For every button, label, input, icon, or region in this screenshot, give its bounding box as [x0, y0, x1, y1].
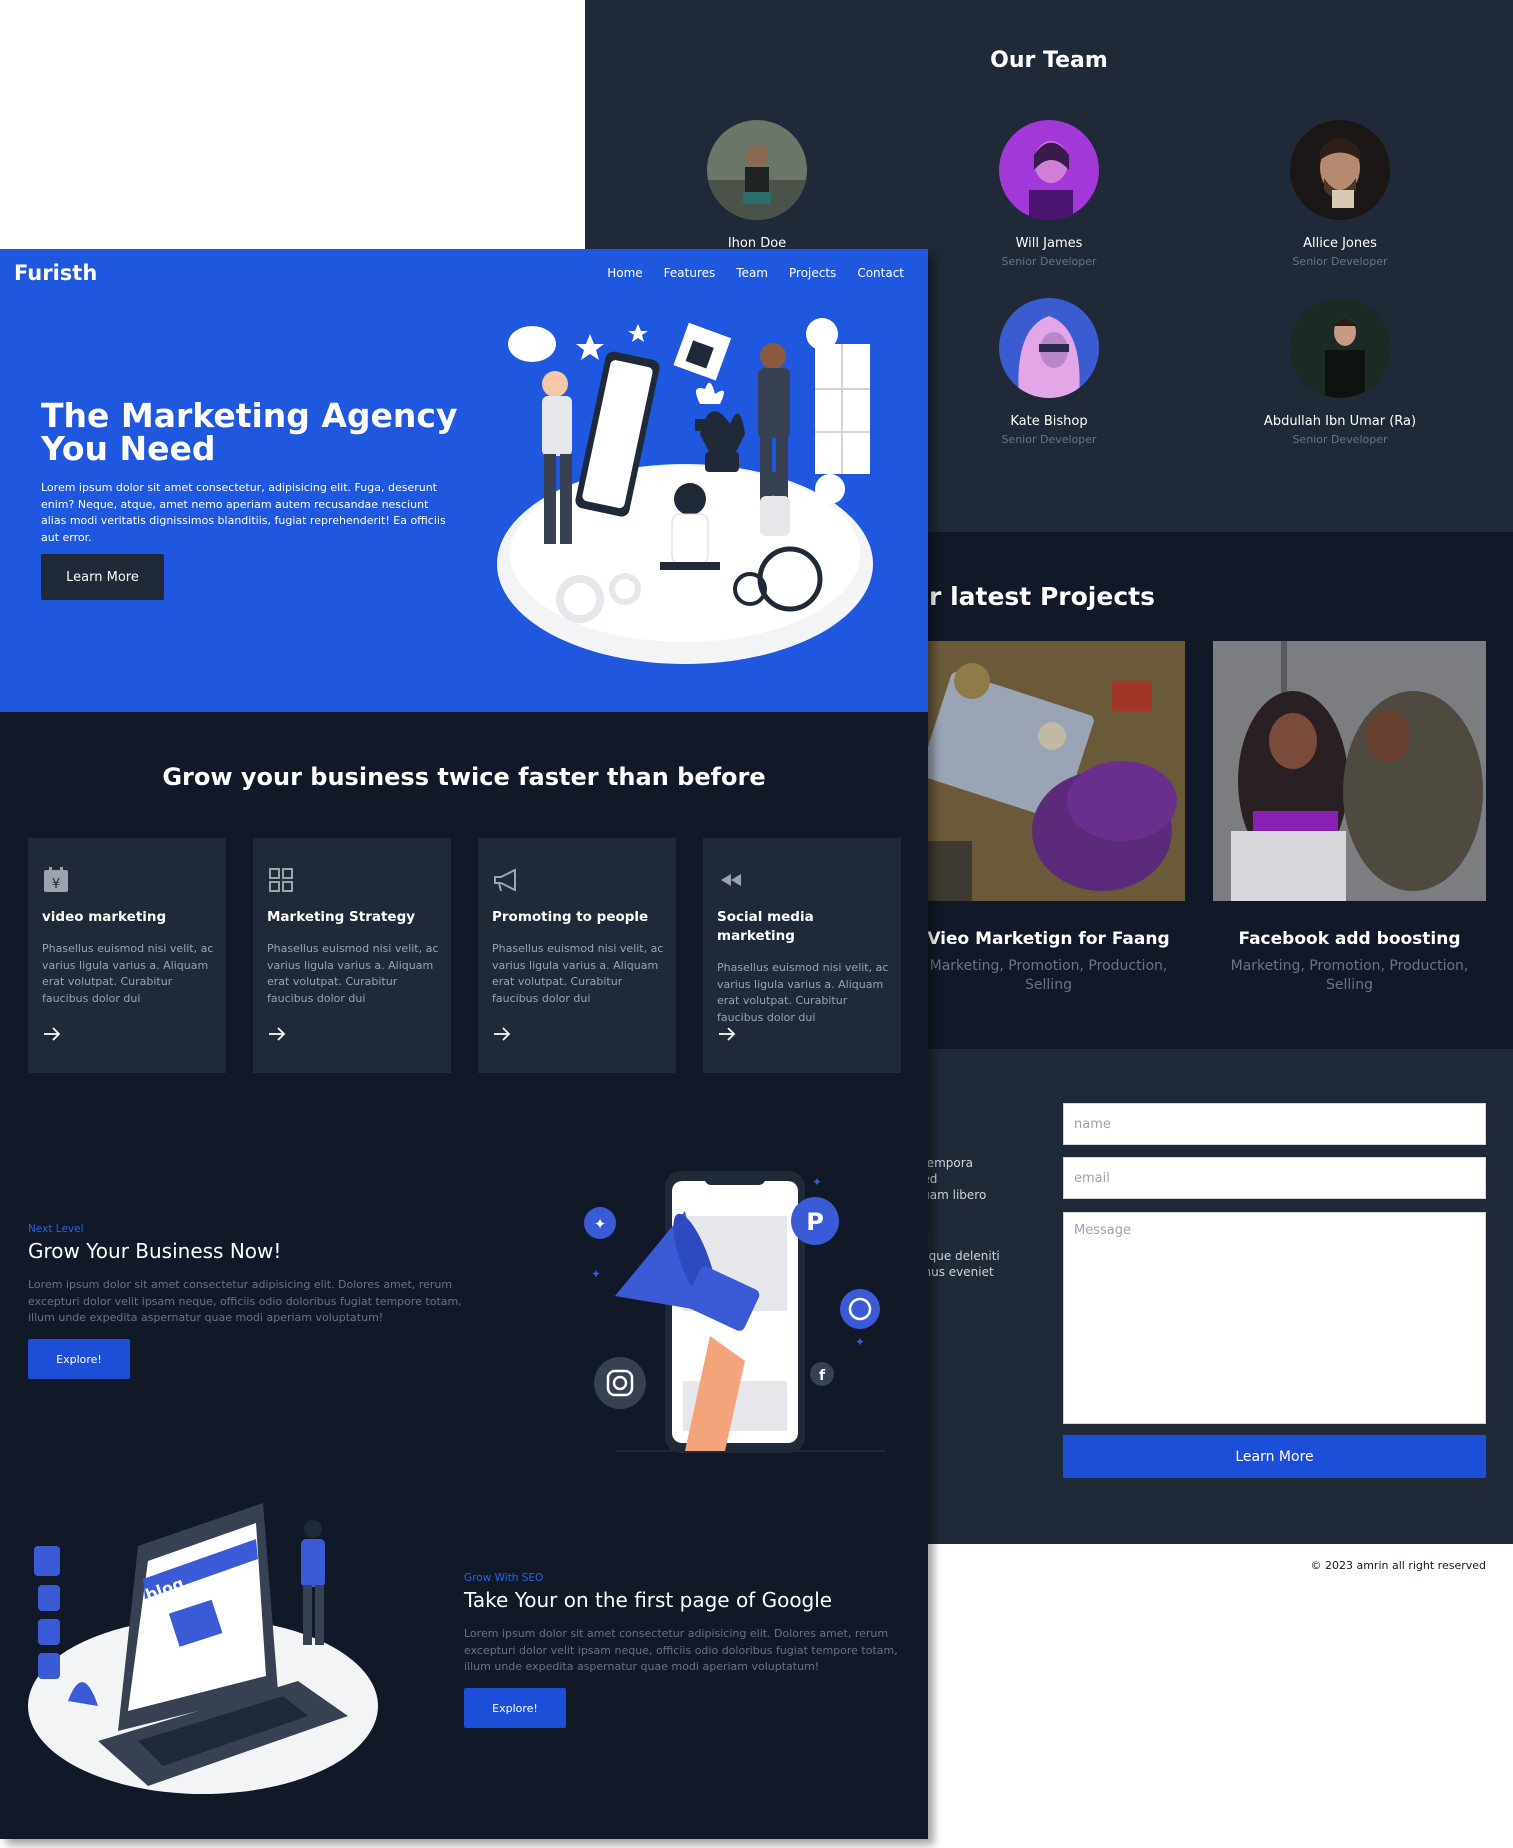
feature-text: Phasellus euismod nisi velit, ac varius … [492, 942, 664, 1005]
main-nav: Home Features Team Projects Contact [607, 266, 904, 280]
avatar [999, 120, 1099, 220]
email-input[interactable] [1063, 1157, 1486, 1199]
grid-icon [269, 868, 293, 892]
message-textarea[interactable] [1063, 1212, 1486, 1424]
member-role: Senior Developer [1001, 433, 1097, 446]
foreground-page: Furisth Home Features Team Projects Cont… [0, 249, 928, 1839]
arrow-right-icon[interactable] [717, 1026, 737, 1042]
hero-title: The Marketing Agency You Need [41, 396, 458, 468]
team-member: Will James Senior Developer [929, 120, 1169, 268]
twitter-icon: ✦ [594, 1215, 607, 1233]
hero-description: Lorem ipsum dolor sit amet consectetur, … [41, 481, 446, 544]
team-title: Our Team [990, 48, 1108, 73]
team-meeting-illustration [490, 304, 880, 674]
brand-logo[interactable]: Furisth [14, 261, 97, 285]
explore-button[interactable]: Explore! [464, 1688, 566, 1728]
member-name: Kate Bishop [1010, 414, 1088, 429]
arrow-right-icon[interactable] [42, 1026, 62, 1042]
member-name: Will James [1015, 236, 1083, 251]
project-card[interactable]: Facebook add boosting Marketing, Promoti… [1213, 641, 1486, 995]
contact-submit-button[interactable]: Learn More [1063, 1435, 1486, 1478]
feature-text: Phasellus euismod nisi velit, ac varius … [267, 942, 439, 1005]
svg-text:¥: ¥ [52, 877, 60, 892]
arrow-right-icon[interactable] [267, 1026, 287, 1042]
section-title: Take Your on the first page of Google [464, 1588, 833, 1612]
project-title: Facebook add boosting [1238, 929, 1461, 949]
project-image [912, 641, 1185, 901]
project-tags: Marketing, Promotion, Production, Sellin… [929, 958, 1168, 993]
feature-text: Phasellus euismod nisi velit, ac varius … [42, 942, 214, 1005]
feature-card[interactable]: ¥ video marketing Phasellus euismod nisi… [28, 838, 226, 1073]
feature-title: Promoting to people [492, 909, 649, 925]
member-name: Allice Jones [1303, 236, 1377, 251]
avatar [1290, 298, 1390, 398]
nav-features[interactable]: Features [664, 266, 716, 280]
facebook-icon: f [819, 1368, 826, 1384]
hero-section: Furisth Home Features Team Projects Cont… [0, 249, 928, 712]
avatar [707, 120, 807, 220]
section-text: Lorem ipsum dolor sit amet consectetur a… [28, 1278, 462, 1324]
team-member: Ihon Doe [637, 120, 877, 255]
projects-title: Our latest Projects [890, 582, 1155, 611]
section-eyebrow: Grow With SEO [464, 1572, 544, 1584]
feature-card[interactable]: Social media marketing Phasellus euismod… [703, 838, 901, 1073]
team-member: Allice Jones Senior Developer [1220, 120, 1460, 268]
avatar [1290, 120, 1390, 220]
megaphone-icon [494, 868, 516, 892]
nav-contact[interactable]: Contact [857, 266, 904, 280]
arrow-right-icon[interactable] [492, 1026, 512, 1042]
nav-team[interactable]: Team [736, 266, 768, 280]
feature-title: Social media marketing [717, 909, 814, 944]
learn-more-button[interactable]: Learn More [41, 554, 164, 600]
calendar-yen-icon: ¥ [44, 867, 68, 892]
feature-text: Phasellus euismod nisi velit, ac varius … [717, 961, 889, 1024]
team-member: Kate Bishop Senior Developer [929, 298, 1169, 446]
social-media-illustration: ✦ P f ✦ ✦ ✦ [575, 1161, 895, 1461]
blog-laptop-illustration: blog [28, 1501, 378, 1796]
svg-text:✦: ✦ [812, 1175, 822, 1189]
project-title: Vieo Marketign for Faang [927, 929, 1170, 949]
project-image [1213, 641, 1486, 901]
feature-card[interactable]: Marketing Strategy Phasellus euismod nis… [253, 838, 451, 1073]
feature-title: Marketing Strategy [267, 909, 416, 925]
team-member: Abdullah Ibn Umar (Ra) Senior Developer [1220, 298, 1460, 446]
explore-button[interactable]: Explore! [28, 1339, 130, 1379]
project-tags: Marketing, Promotion, Production, Sellin… [1230, 958, 1469, 993]
nav-projects[interactable]: Projects [789, 266, 836, 280]
nav-home[interactable]: Home [607, 266, 642, 280]
section-title: Grow Your Business Now! [28, 1239, 282, 1263]
features-title: Grow your business twice faster than bef… [162, 763, 766, 791]
rewind-icon [721, 874, 741, 886]
member-role: Senior Developer [1292, 433, 1388, 446]
feature-card[interactable]: Promoting to people Phasellus euismod ni… [478, 838, 676, 1073]
copyright-text: © 2023 amrin all right reserved [1310, 1559, 1486, 1572]
name-input[interactable] [1063, 1103, 1486, 1145]
svg-text:✦: ✦ [591, 1267, 601, 1281]
svg-text:✦: ✦ [855, 1335, 865, 1349]
section-eyebrow: Next Level [28, 1223, 84, 1235]
member-role: Senior Developer [1292, 255, 1388, 268]
avatar [999, 298, 1099, 398]
member-name: Abdullah Ibn Umar (Ra) [1263, 414, 1417, 429]
section-text: Lorem ipsum dolor sit amet consectetur a… [464, 1627, 898, 1673]
project-card[interactable]: Vieo Marketign for Faang Marketing, Prom… [912, 641, 1185, 995]
pinterest-icon: P [806, 1208, 824, 1236]
feature-title: video marketing [42, 909, 167, 925]
member-role: Senior Developer [1001, 255, 1097, 268]
